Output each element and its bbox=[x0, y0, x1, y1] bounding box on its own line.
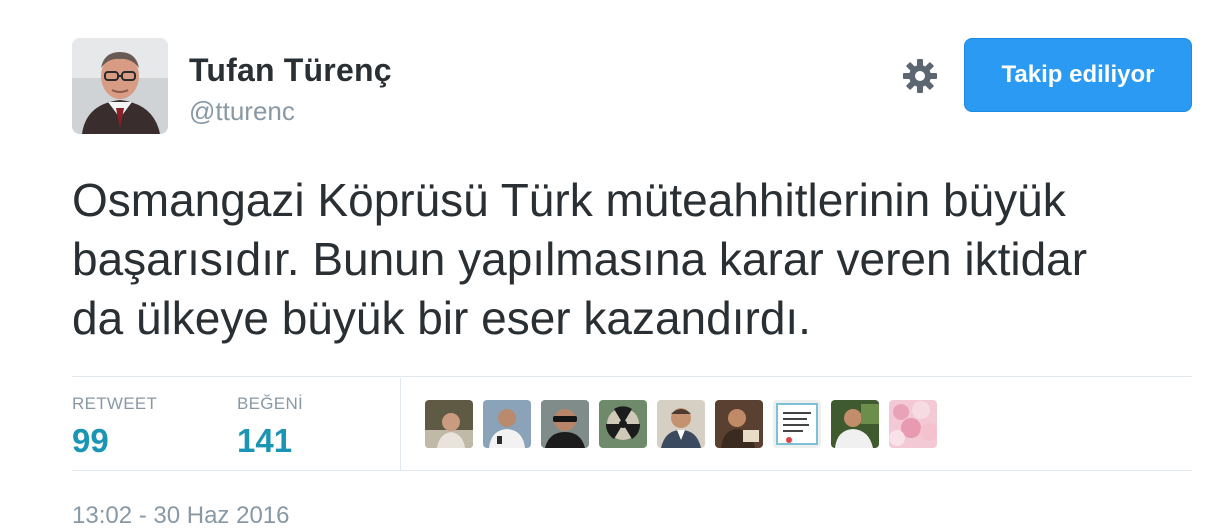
like-stat[interactable]: BEĞENİ 141 bbox=[237, 394, 303, 460]
liker-photo-icon bbox=[425, 400, 473, 448]
liker-photo-icon bbox=[657, 400, 705, 448]
liker-photo-icon bbox=[831, 400, 879, 448]
avatar-photo-icon bbox=[72, 38, 168, 134]
liker-avatar-6[interactable] bbox=[715, 400, 763, 448]
liker-photo-icon bbox=[483, 400, 531, 448]
liker-avatar-3[interactable] bbox=[541, 400, 589, 448]
stats-divider-top bbox=[72, 376, 1192, 377]
liker-photo-icon bbox=[773, 400, 821, 448]
liker-avatar-4[interactable] bbox=[599, 400, 647, 448]
like-label: BEĞENİ bbox=[237, 394, 304, 413]
liker-photo-icon bbox=[889, 400, 937, 448]
following-button[interactable]: Takip ediliyor bbox=[964, 38, 1192, 112]
author-avatar[interactable] bbox=[72, 38, 168, 134]
liker-avatar-8[interactable] bbox=[831, 400, 879, 448]
liker-avatar-9[interactable] bbox=[889, 400, 937, 448]
like-count[interactable]: 141 bbox=[237, 422, 303, 460]
author-handle[interactable]: @tturenc bbox=[189, 96, 295, 127]
liker-avatar-2[interactable] bbox=[483, 400, 531, 448]
likers-avatar-strip bbox=[425, 400, 937, 448]
stats-divider-bottom bbox=[72, 470, 1192, 471]
author-name[interactable]: Tufan Türenç bbox=[189, 52, 392, 89]
stats-divider-vertical bbox=[400, 378, 401, 470]
liker-photo-icon bbox=[715, 400, 763, 448]
liker-avatar-1[interactable] bbox=[425, 400, 473, 448]
liker-avatar-7[interactable] bbox=[773, 400, 821, 448]
tweet-text: Osmangazi Köprüsü Türk müteahhitlerinin … bbox=[72, 174, 1088, 344]
retweet-stat[interactable]: RETWEET 99 bbox=[72, 394, 157, 460]
liker-photo-icon bbox=[541, 400, 589, 448]
retweet-label: RETWEET bbox=[72, 394, 158, 413]
tweet-timestamp[interactable]: 13:02 - 30 Haz 2016 bbox=[72, 502, 290, 530]
gear-icon[interactable] bbox=[900, 56, 940, 96]
liker-avatar-5[interactable] bbox=[657, 400, 705, 448]
liker-photo-icon bbox=[599, 400, 647, 448]
retweet-count[interactable]: 99 bbox=[72, 422, 157, 460]
